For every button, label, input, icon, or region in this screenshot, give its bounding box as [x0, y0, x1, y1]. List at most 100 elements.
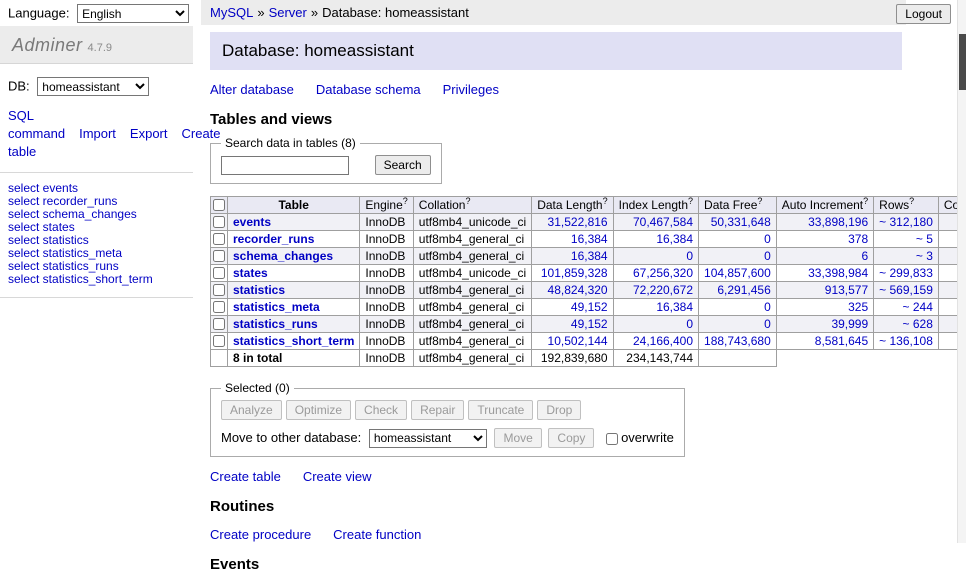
search-button[interactable]: Search	[375, 155, 431, 175]
search-input[interactable]	[221, 156, 349, 175]
index-length-value[interactable]: 24,166,400	[633, 334, 693, 348]
rows-value[interactable]: ~ 244	[903, 300, 933, 314]
data-free-value[interactable]: 50,331,648	[711, 215, 771, 229]
data-length-value[interactable]: 16,384	[571, 249, 608, 263]
column-header-data-free[interactable]: Data Free?	[699, 197, 777, 214]
link-alter-database[interactable]: Alter database	[210, 82, 294, 97]
data-length-value[interactable]: 48,824,320	[548, 283, 608, 297]
rows-value[interactable]: ~ 299,833	[879, 266, 933, 280]
auto-increment-value[interactable]: 39,999	[831, 317, 868, 331]
row-checkbox-schema-changes[interactable]	[213, 250, 225, 262]
column-header-engine[interactable]: Engine?	[360, 197, 413, 214]
move-db-select[interactable]: homeassistant	[369, 429, 487, 448]
column-help-icon[interactable]: ?	[465, 196, 470, 206]
data-length-value[interactable]: 10,502,144	[548, 334, 608, 348]
column-header-data-length[interactable]: Data Length?	[532, 197, 613, 214]
data-length-value[interactable]: 49,152	[571, 317, 608, 331]
table-link-statistics-runs[interactable]: statistics_runs	[233, 317, 318, 331]
table-link-events[interactable]: events	[233, 215, 271, 229]
auto-increment-value[interactable]: 33,398,984	[808, 266, 868, 280]
column-header-auto-increment[interactable]: Auto Increment?	[776, 197, 873, 214]
rows-value[interactable]: ~ 312,180	[879, 215, 933, 229]
data-free-value[interactable]: 0	[764, 232, 771, 246]
scrollbar[interactable]	[957, 0, 966, 543]
sidebar-select-statistics-short-term[interactable]: select statistics_short_term	[8, 273, 185, 286]
bulk-drop-button[interactable]: Drop	[537, 400, 581, 420]
index-length-value[interactable]: 0	[686, 249, 693, 263]
scrollbar-thumb[interactable]	[959, 34, 966, 90]
sidebar-link-sql-command[interactable]: SQL command	[8, 108, 65, 141]
data-length-value[interactable]: 101,859,328	[541, 266, 608, 280]
table-link-recorder-runs[interactable]: recorder_runs	[233, 232, 314, 246]
table-link-statistics-short-term[interactable]: statistics_short_term	[233, 334, 354, 348]
row-checkbox-states[interactable]	[213, 267, 225, 279]
row-checkbox-statistics[interactable]	[213, 284, 225, 296]
bulk-check-button[interactable]: Check	[355, 400, 407, 420]
data-free-value[interactable]: 0	[764, 300, 771, 314]
db-select[interactable]: homeassistant	[37, 77, 149, 96]
row-checkbox-statistics-short-term[interactable]	[213, 335, 225, 347]
auto-increment-value[interactable]: 6	[861, 249, 868, 263]
overwrite-toggle[interactable]: overwrite	[606, 430, 674, 445]
data-free-value[interactable]: 104,857,600	[704, 266, 771, 280]
select-all-checkbox[interactable]	[213, 199, 225, 211]
bulk-truncate-button[interactable]: Truncate	[468, 400, 533, 420]
column-header-index-length[interactable]: Index Length?	[613, 197, 698, 214]
column-help-icon[interactable]: ?	[757, 196, 762, 206]
move-button[interactable]: Move	[494, 428, 541, 448]
auto-increment-value[interactable]: 378	[848, 232, 868, 246]
column-help-icon[interactable]: ?	[909, 196, 914, 206]
column-header-collation[interactable]: Collation?	[413, 197, 531, 214]
adminer-logo[interactable]: Adminer	[12, 35, 83, 55]
column-help-icon[interactable]: ?	[863, 196, 868, 206]
logout-button[interactable]: Logout	[896, 4, 951, 24]
column-help-icon[interactable]: ?	[603, 196, 608, 206]
link-privileges[interactable]: Privileges	[443, 82, 499, 97]
column-help-icon[interactable]: ?	[688, 196, 693, 206]
row-checkbox-events[interactable]	[213, 216, 225, 228]
bulk-repair-button[interactable]: Repair	[411, 400, 464, 420]
breadcrumb-server[interactable]: Server	[269, 5, 307, 20]
row-checkbox-statistics-runs[interactable]	[213, 318, 225, 330]
rows-value[interactable]: ~ 136,108	[879, 334, 933, 348]
index-length-value[interactable]: 0	[686, 317, 693, 331]
bulk-analyze-button[interactable]: Analyze	[221, 400, 282, 420]
column-header-rows[interactable]: Rows?	[874, 197, 939, 214]
rows-value[interactable]: ~ 569,159	[879, 283, 933, 297]
row-checkbox-statistics-meta[interactable]	[213, 301, 225, 313]
breadcrumb-mysql[interactable]: MySQL	[210, 5, 253, 20]
table-link-schema-changes[interactable]: schema_changes	[233, 249, 333, 263]
link-create-function[interactable]: Create function	[333, 527, 421, 542]
auto-increment-value[interactable]: 325	[848, 300, 868, 314]
rows-value[interactable]: ~ 628	[903, 317, 933, 331]
data-free-value[interactable]: 188,743,680	[704, 334, 771, 348]
data-free-value[interactable]: 0	[764, 317, 771, 331]
data-length-value[interactable]: 31,522,816	[548, 215, 608, 229]
column-help-icon[interactable]: ?	[403, 196, 408, 206]
link-create-table[interactable]: Create table	[210, 469, 281, 484]
rows-value[interactable]: ~ 5	[916, 232, 933, 246]
language-select[interactable]: English	[77, 4, 189, 23]
index-length-value[interactable]: 16,384	[656, 300, 693, 314]
data-free-value[interactable]: 6,291,456	[717, 283, 770, 297]
overwrite-checkbox[interactable]	[606, 433, 618, 445]
data-length-value[interactable]: 49,152	[571, 300, 608, 314]
table-link-states[interactable]: states	[233, 266, 268, 280]
table-link-statistics-meta[interactable]: statistics_meta	[233, 300, 320, 314]
link-create-view[interactable]: Create view	[303, 469, 372, 484]
sidebar-link-import[interactable]: Import	[79, 126, 116, 141]
sidebar-link-export[interactable]: Export	[130, 126, 168, 141]
table-link-statistics[interactable]: statistics	[233, 283, 285, 297]
auto-increment-value[interactable]: 8,581,645	[815, 334, 868, 348]
data-free-value[interactable]: 0	[764, 249, 771, 263]
auto-increment-value[interactable]: 33,898,196	[808, 215, 868, 229]
data-length-value[interactable]: 16,384	[571, 232, 608, 246]
bulk-optimize-button[interactable]: Optimize	[286, 400, 351, 420]
index-length-value[interactable]: 67,256,320	[633, 266, 693, 280]
link-create-procedure[interactable]: Create procedure	[210, 527, 311, 542]
link-database-schema[interactable]: Database schema	[316, 82, 421, 97]
copy-button[interactable]: Copy	[548, 428, 594, 448]
index-length-value[interactable]: 70,467,584	[633, 215, 693, 229]
index-length-value[interactable]: 16,384	[656, 232, 693, 246]
index-length-value[interactable]: 72,220,672	[633, 283, 693, 297]
